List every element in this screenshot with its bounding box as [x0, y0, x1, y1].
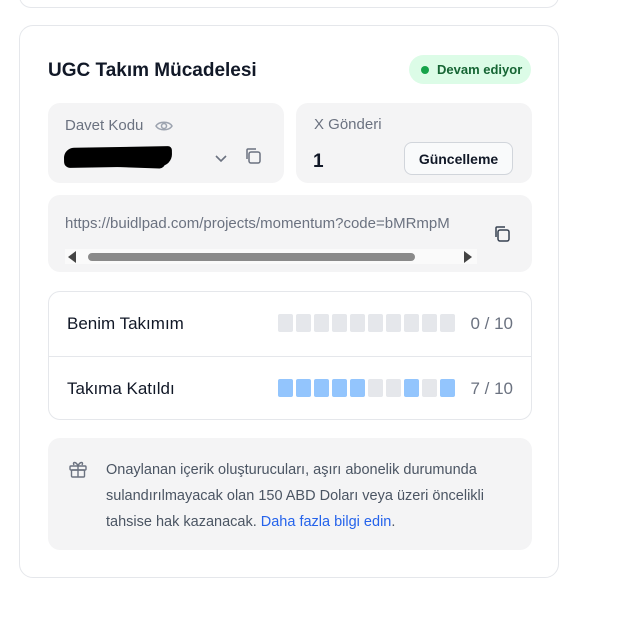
previous-card [19, 0, 559, 8]
team-progress-bar [278, 314, 455, 332]
progress-segment-filled [296, 379, 311, 397]
progress-segment-filled [440, 379, 455, 397]
x-post-label: X Gönderi [314, 116, 382, 133]
progress-segment-empty [350, 314, 365, 332]
progress-segment-empty [422, 314, 437, 332]
team-row-joined: Takıma Katıldı 7 / 10 [49, 356, 531, 420]
horizontal-scrollbar[interactable] [65, 249, 477, 264]
card-title: UGC Takım Mücadelesi [48, 60, 257, 81]
share-link-url[interactable]: https://buidlpad.com/projects/momentum?c… [65, 215, 477, 232]
progress-segment-empty [386, 379, 401, 397]
copy-icon[interactable] [244, 147, 262, 170]
progress-segment-empty [368, 314, 383, 332]
status-label: Devam ediyor [437, 62, 523, 77]
invite-code-box: Davet Kodu [48, 103, 284, 183]
x-post-box: X Gönderi 1 Güncelleme [296, 103, 532, 183]
progress-segment-empty [386, 314, 401, 332]
learn-more-link[interactable]: Daha fazla bilgi edin [261, 514, 392, 530]
scroll-left-icon[interactable] [68, 251, 76, 263]
update-button[interactable]: Güncelleme [404, 142, 513, 175]
progress-segment-empty [278, 314, 293, 332]
eye-icon[interactable] [155, 118, 173, 139]
share-link-box: https://buidlpad.com/projects/momentum?c… [48, 195, 532, 272]
team-progress-list: Benim Takımım 0 / 10 Takıma Katıldı 7 / … [48, 291, 532, 420]
scroll-right-icon[interactable] [464, 251, 472, 263]
progress-segment-empty [422, 379, 437, 397]
team-progress-bar [278, 379, 455, 397]
info-text: Onaylanan içerik oluşturucuları, aşırı a… [106, 457, 516, 535]
ugc-team-challenge-card: UGC Takım Mücadelesi Devam ediyor Davet … [19, 25, 559, 578]
chevron-down-icon[interactable] [214, 151, 228, 169]
progress-segment-empty [368, 379, 383, 397]
team-row-my-team: Benim Takımım 0 / 10 [49, 292, 531, 355]
progress-segment-empty [296, 314, 311, 332]
progress-segment-filled [350, 379, 365, 397]
progress-segment-filled [314, 379, 329, 397]
redacted-code-overlay [69, 149, 166, 169]
team-score: 0 / 10 [470, 314, 513, 333]
team-score: 7 / 10 [470, 379, 513, 398]
x-post-count: 1 [313, 151, 324, 172]
invite-code-label: Davet Kodu [65, 117, 144, 134]
progress-segment-empty [404, 314, 419, 332]
info-suffix: . [391, 514, 396, 530]
progress-segment-empty [440, 314, 455, 332]
progress-segment-empty [332, 314, 347, 332]
info-panel: Onaylanan içerik oluşturucuları, aşırı a… [48, 438, 532, 550]
progress-segment-filled [332, 379, 347, 397]
status-badge: Devam ediyor [409, 55, 531, 84]
progress-segment-filled [404, 379, 419, 397]
status-dot-icon [421, 65, 429, 74]
scrollbar-thumb[interactable] [88, 253, 415, 261]
team-name: Benim Takımım [67, 314, 184, 333]
team-name: Takıma Katıldı [67, 379, 175, 398]
progress-segment-filled [278, 379, 293, 397]
progress-segment-empty [314, 314, 329, 332]
gift-icon [68, 459, 88, 484]
copy-link-icon[interactable] [493, 225, 511, 248]
